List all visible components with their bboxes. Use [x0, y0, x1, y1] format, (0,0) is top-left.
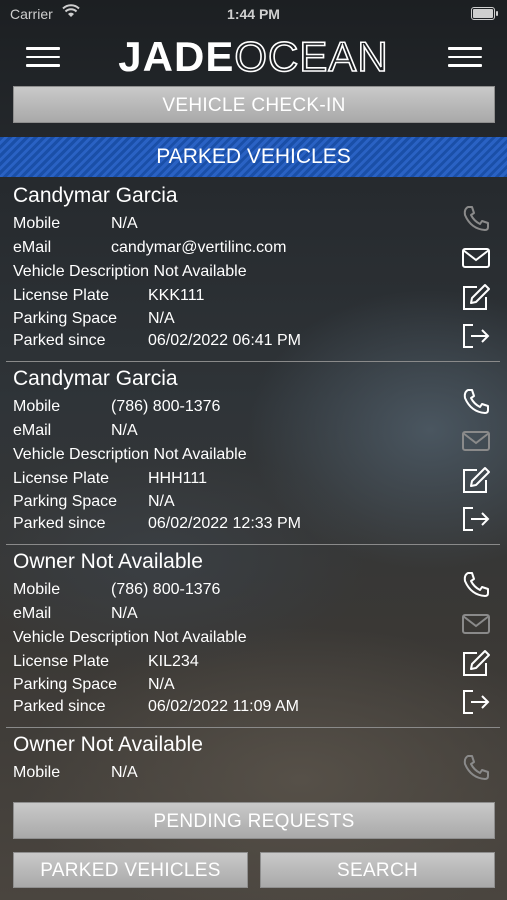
space-value: N/A	[148, 676, 175, 693]
space-label: Parking Space	[13, 676, 118, 693]
checkout-icon[interactable]	[459, 321, 493, 351]
mobile-value: N/A	[111, 215, 138, 232]
phone-icon[interactable]	[459, 752, 493, 782]
vehicle-card[interactable]: Candymar Garcia Mobile (786) 800-1376 eM…	[0, 363, 507, 546]
divider	[6, 361, 500, 362]
battery-icon	[471, 7, 498, 20]
since-label: Parked since	[13, 515, 106, 532]
space-value: N/A	[148, 493, 175, 510]
since-value: 06/02/2022 12:33 PM	[148, 515, 302, 532]
since-value: 06/02/2022 06:41 PM	[148, 332, 302, 349]
email-label: eMail	[13, 605, 52, 622]
owner-name: Owner Not Available	[13, 733, 203, 756]
phone-icon[interactable]	[459, 386, 493, 416]
email-value: N/A	[111, 605, 138, 622]
mobile-label: Mobile	[13, 764, 61, 781]
mail-icon[interactable]	[459, 243, 493, 273]
status-bar: Carrier 1:44 PM	[0, 0, 507, 28]
edit-icon[interactable]	[459, 282, 493, 312]
vehicle-description: Vehicle Description Not Available	[13, 263, 247, 280]
mobile-value: (786) 800-1376	[111, 581, 221, 598]
owner-name: Owner Not Available	[13, 550, 203, 573]
space-value: N/A	[148, 310, 175, 327]
logo-part2: OCEAN	[234, 33, 389, 81]
mobile-label: Mobile	[13, 398, 61, 415]
divider	[6, 727, 500, 728]
mail-icon[interactable]	[459, 609, 493, 639]
owner-name: Candymar Garcia	[13, 367, 178, 390]
email-label: eMail	[13, 422, 52, 439]
logo-part1: JADE	[118, 33, 235, 80]
edit-icon[interactable]	[459, 465, 493, 495]
email-value: N/A	[111, 422, 138, 439]
pending-requests-button[interactable]: PENDING REQUESTS	[13, 802, 495, 839]
email-value: candymar@vertilinc.com	[111, 239, 287, 256]
vehicle-card[interactable]: Candymar Garcia Mobile N/A eMail candyma…	[0, 180, 507, 363]
mobile-label: Mobile	[13, 215, 61, 232]
license-value: HHH111	[148, 470, 207, 487]
since-value: 06/02/2022 11:09 AM	[148, 698, 299, 715]
since-label: Parked since	[13, 332, 106, 349]
owner-name: Candymar Garcia	[13, 184, 178, 207]
clock: 1:44 PM	[227, 6, 280, 22]
checkout-icon[interactable]	[459, 504, 493, 534]
mobile-label: Mobile	[13, 581, 61, 598]
divider	[6, 544, 500, 545]
parked-vehicles-button[interactable]: PARKED VEHICLES	[13, 852, 248, 888]
space-label: Parking Space	[13, 493, 118, 510]
parked-vehicle-list[interactable]: Candymar Garcia Mobile N/A eMail candyma…	[0, 180, 507, 790]
vehicle-card[interactable]: Owner Not Available Mobile (786) 800-137…	[0, 546, 507, 729]
checkout-icon[interactable]	[459, 687, 493, 717]
search-button[interactable]: SEARCH	[260, 852, 495, 888]
license-value: KIL234	[148, 653, 199, 670]
mobile-value: N/A	[111, 764, 138, 781]
edit-icon[interactable]	[459, 648, 493, 678]
vehicle-description: Vehicle Description Not Available	[13, 446, 247, 463]
vehicle-description: Vehicle Description Not Available	[13, 629, 247, 646]
phone-icon[interactable]	[459, 203, 493, 233]
menu-icon[interactable]	[448, 42, 482, 72]
app-logo: JADEOCEAN	[0, 33, 507, 81]
space-label: Parking Space	[13, 310, 118, 327]
license-label: License Plate	[13, 653, 110, 670]
phone-icon[interactable]	[459, 569, 493, 599]
email-label: eMail	[13, 239, 52, 256]
license-label: License Plate	[13, 470, 110, 487]
mobile-value: (786) 800-1376	[111, 398, 221, 415]
since-label: Parked since	[13, 698, 106, 715]
app-header: JADEOCEAN	[0, 30, 507, 84]
license-label: License Plate	[13, 287, 110, 304]
section-title: PARKED VEHICLES	[0, 137, 507, 177]
license-value: KKK111	[148, 287, 205, 304]
vehicle-checkin-button[interactable]: VEHICLE CHECK-IN	[13, 86, 495, 123]
mail-icon[interactable]	[459, 426, 493, 456]
vehicle-card[interactable]: Owner Not Available Mobile N/A	[0, 729, 507, 790]
